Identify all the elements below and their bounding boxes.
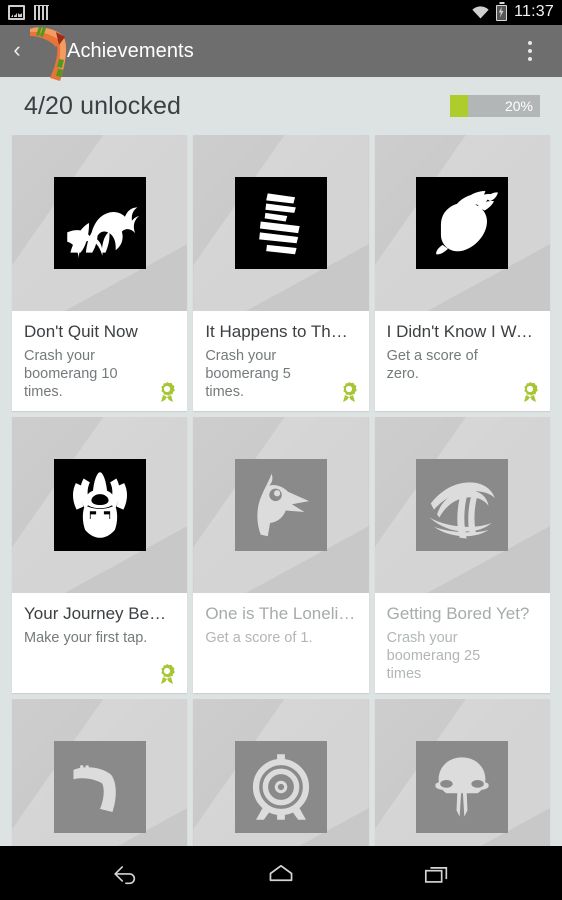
progress-bar-fill: [450, 95, 468, 117]
achievement-title: It Happens to The B…: [205, 322, 357, 341]
horned-helmet-icon: [53, 459, 146, 551]
app-screen: 11:37 ‹ Achievements 4/20 unlocked 20% D…: [0, 0, 562, 900]
unlocked-medal-icon: [339, 381, 359, 403]
achievement-media: [193, 417, 369, 593]
achievement-grid: Don't Quit Now Crash your boomerang 10 ti…: [0, 135, 562, 900]
nav-back-icon[interactable]: [103, 855, 147, 891]
achievement-body: Your Journey Begins! Make your first tap.: [12, 593, 188, 693]
bars-icon: [34, 5, 49, 20]
overflow-dot: [528, 49, 532, 53]
achievement-title: I Didn't Know I Was…: [386, 322, 538, 341]
achievement-title: Getting Bored Yet?: [386, 604, 530, 623]
achievement-card[interactable]: Your Journey Begins! Make your first tap.: [12, 417, 188, 693]
achievement-title: One is The Lonelies…: [205, 604, 357, 623]
unlocked-medal-icon: [157, 381, 177, 403]
navigation-bar: [0, 846, 562, 900]
achievement-media: [374, 417, 550, 593]
achievement-body: Getting Bored Yet? Crash your boomerang 2…: [374, 593, 550, 693]
achievement-description: Get a score of 1.: [205, 630, 313, 646]
achievement-card[interactable]: I Didn't Know I Was… Get a score of zero.: [374, 135, 550, 411]
achievement-card[interactable]: One is The Lonelies… Get a score of 1.: [193, 417, 369, 693]
wifi-icon: [472, 6, 489, 19]
status-bar-clock: 11:37: [514, 3, 554, 20]
achievement-title: Your Journey Begins!: [24, 604, 176, 623]
status-bar-right-icons: 11:37: [472, 4, 554, 21]
mummy-icon: [234, 177, 327, 269]
battery-charging-icon: [496, 4, 508, 21]
unlocked-medal-icon: [157, 663, 177, 685]
unlocked-medal-icon: [520, 381, 540, 403]
eye-nest-icon: [416, 459, 509, 551]
nav-home-icon[interactable]: [259, 855, 303, 891]
wave-icon: [53, 177, 146, 269]
nav-recents-icon[interactable]: [415, 855, 459, 891]
overflow-menu-icon[interactable]: [518, 34, 542, 68]
bird-skull-icon: [416, 741, 509, 833]
page-title: Achievements: [67, 39, 194, 62]
boomerang-icon: [53, 741, 146, 833]
achievement-description: Crash your boomerang 25 times: [386, 630, 481, 682]
achievement-description: Make your first tap.: [24, 630, 148, 646]
achievement-body: Don't Quit Now Crash your boomerang 10 ti…: [12, 311, 188, 411]
achievement-title: Don't Quit Now: [24, 322, 138, 341]
status-bar: 11:37: [0, 0, 562, 25]
achievement-description: Crash your boomerang 5 times.: [205, 348, 291, 400]
unlocked-count-label: 4/20 unlocked: [24, 91, 181, 120]
achievement-card[interactable]: It Happens to The B… Crash your boomerang…: [193, 135, 369, 411]
achievement-description: Get a score of zero.: [386, 348, 478, 382]
achievement-media: [12, 417, 188, 593]
achievement-media: [193, 135, 369, 311]
progress-percent-label: 20%: [504, 98, 533, 114]
achievement-card[interactable]: Don't Quit Now Crash your boomerang 10 ti…: [12, 135, 188, 411]
status-bar-left-icons: [8, 5, 49, 20]
acorn-icon: [416, 177, 509, 269]
achievement-body: It Happens to The B… Crash your boomerang…: [193, 311, 369, 411]
achievement-media: [374, 135, 550, 311]
overflow-dot: [528, 41, 532, 45]
achievement-body: One is The Lonelies… Get a score of 1.: [193, 593, 369, 693]
achievement-media: [12, 135, 188, 311]
target-icon: [234, 741, 327, 833]
screenshot-icon: [8, 5, 25, 20]
achievement-body: I Didn't Know I Was… Get a score of zero.: [374, 311, 550, 411]
progress-bar: 20%: [450, 95, 540, 117]
progress-header: 4/20 unlocked 20%: [0, 77, 562, 135]
back-button[interactable]: ‹: [0, 39, 34, 63]
achievement-card[interactable]: Getting Bored Yet? Crash your boomerang 2…: [374, 417, 550, 693]
overflow-dot: [528, 57, 532, 61]
achievement-description: Crash your boomerang 10 times.: [24, 348, 118, 400]
app-bar: ‹ Achievements: [0, 25, 562, 81]
bird-head-icon: [234, 459, 327, 551]
